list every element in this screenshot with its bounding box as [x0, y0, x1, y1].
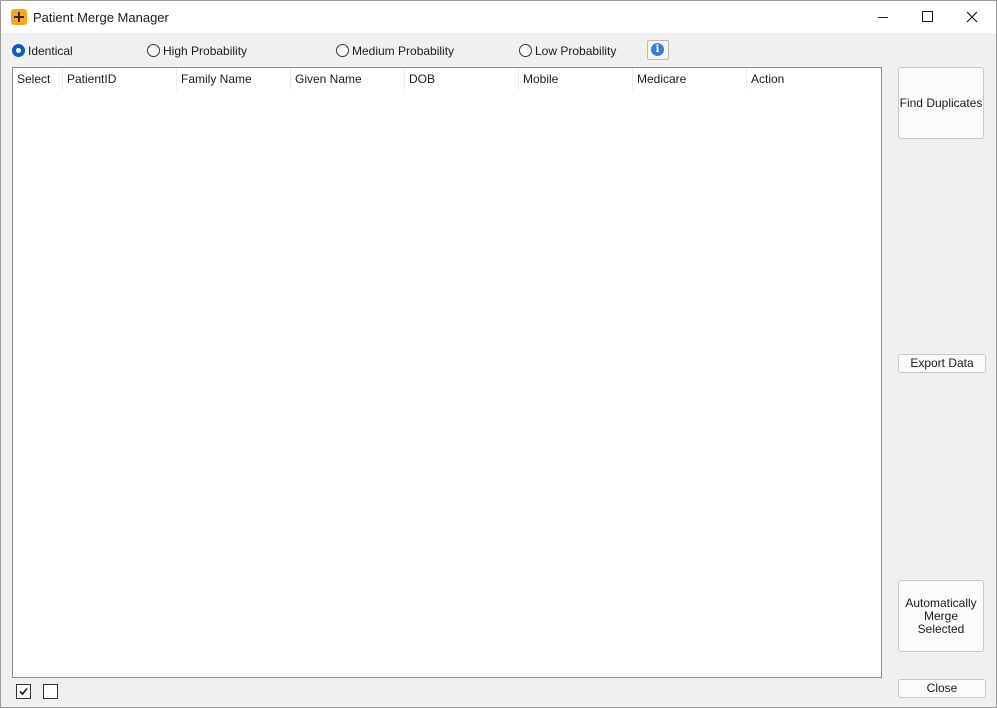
radio-unselected-icon — [147, 44, 160, 57]
radio-selected-icon — [12, 44, 25, 57]
auto-merge-selected-button[interactable]: Automatically Merge Selected — [898, 580, 984, 652]
info-button[interactable]: i — [647, 40, 669, 60]
grid-header: Select PatientID Family Name Given Name … — [13, 68, 881, 90]
maximize-icon — [922, 11, 933, 22]
info-icon: i — [651, 43, 664, 56]
export-data-button[interactable]: Export Data — [898, 354, 986, 373]
close-icon — [966, 11, 978, 23]
radio-unselected-icon — [336, 44, 349, 57]
checked-checkbox-icon — [19, 687, 28, 696]
radio-label: High Probability — [163, 44, 248, 58]
column-header-patientid[interactable]: PatientID — [63, 68, 177, 90]
radio-label: Identical — [28, 44, 73, 58]
column-header-mobile[interactable]: Mobile — [519, 68, 633, 90]
close-window-button[interactable] — [949, 1, 995, 33]
select-all-button[interactable] — [16, 684, 31, 699]
column-header-medicare[interactable]: Medicare — [633, 68, 747, 90]
find-duplicates-button[interactable]: Find Duplicates — [898, 67, 984, 139]
duplicates-grid[interactable]: Select PatientID Family Name Given Name … — [12, 67, 882, 678]
column-header-given-name[interactable]: Given Name — [291, 68, 405, 90]
radio-label: Low Probability — [535, 44, 617, 58]
match-level-filter: Identical High Probability Medium Probab… — [1, 33, 996, 67]
patient-merge-manager-window: Patient Merge Manager Identical High Pro… — [0, 0, 997, 708]
minimize-icon — [878, 17, 888, 18]
app-icon — [11, 9, 27, 25]
column-header-action[interactable]: Action — [747, 68, 861, 90]
radio-label: Medium Probability — [352, 44, 455, 58]
close-button[interactable]: Close — [898, 679, 986, 698]
window-title: Patient Merge Manager — [33, 10, 169, 25]
column-header-family-name[interactable]: Family Name — [177, 68, 291, 90]
column-header-select[interactable]: Select — [13, 68, 63, 90]
deselect-all-button[interactable] — [43, 684, 58, 699]
minimize-button[interactable] — [859, 1, 905, 33]
column-header-dob[interactable]: DOB — [405, 68, 519, 90]
radio-unselected-icon — [519, 44, 532, 57]
maximize-button[interactable] — [904, 1, 950, 33]
title-bar[interactable]: Patient Merge Manager — [1, 1, 996, 33]
